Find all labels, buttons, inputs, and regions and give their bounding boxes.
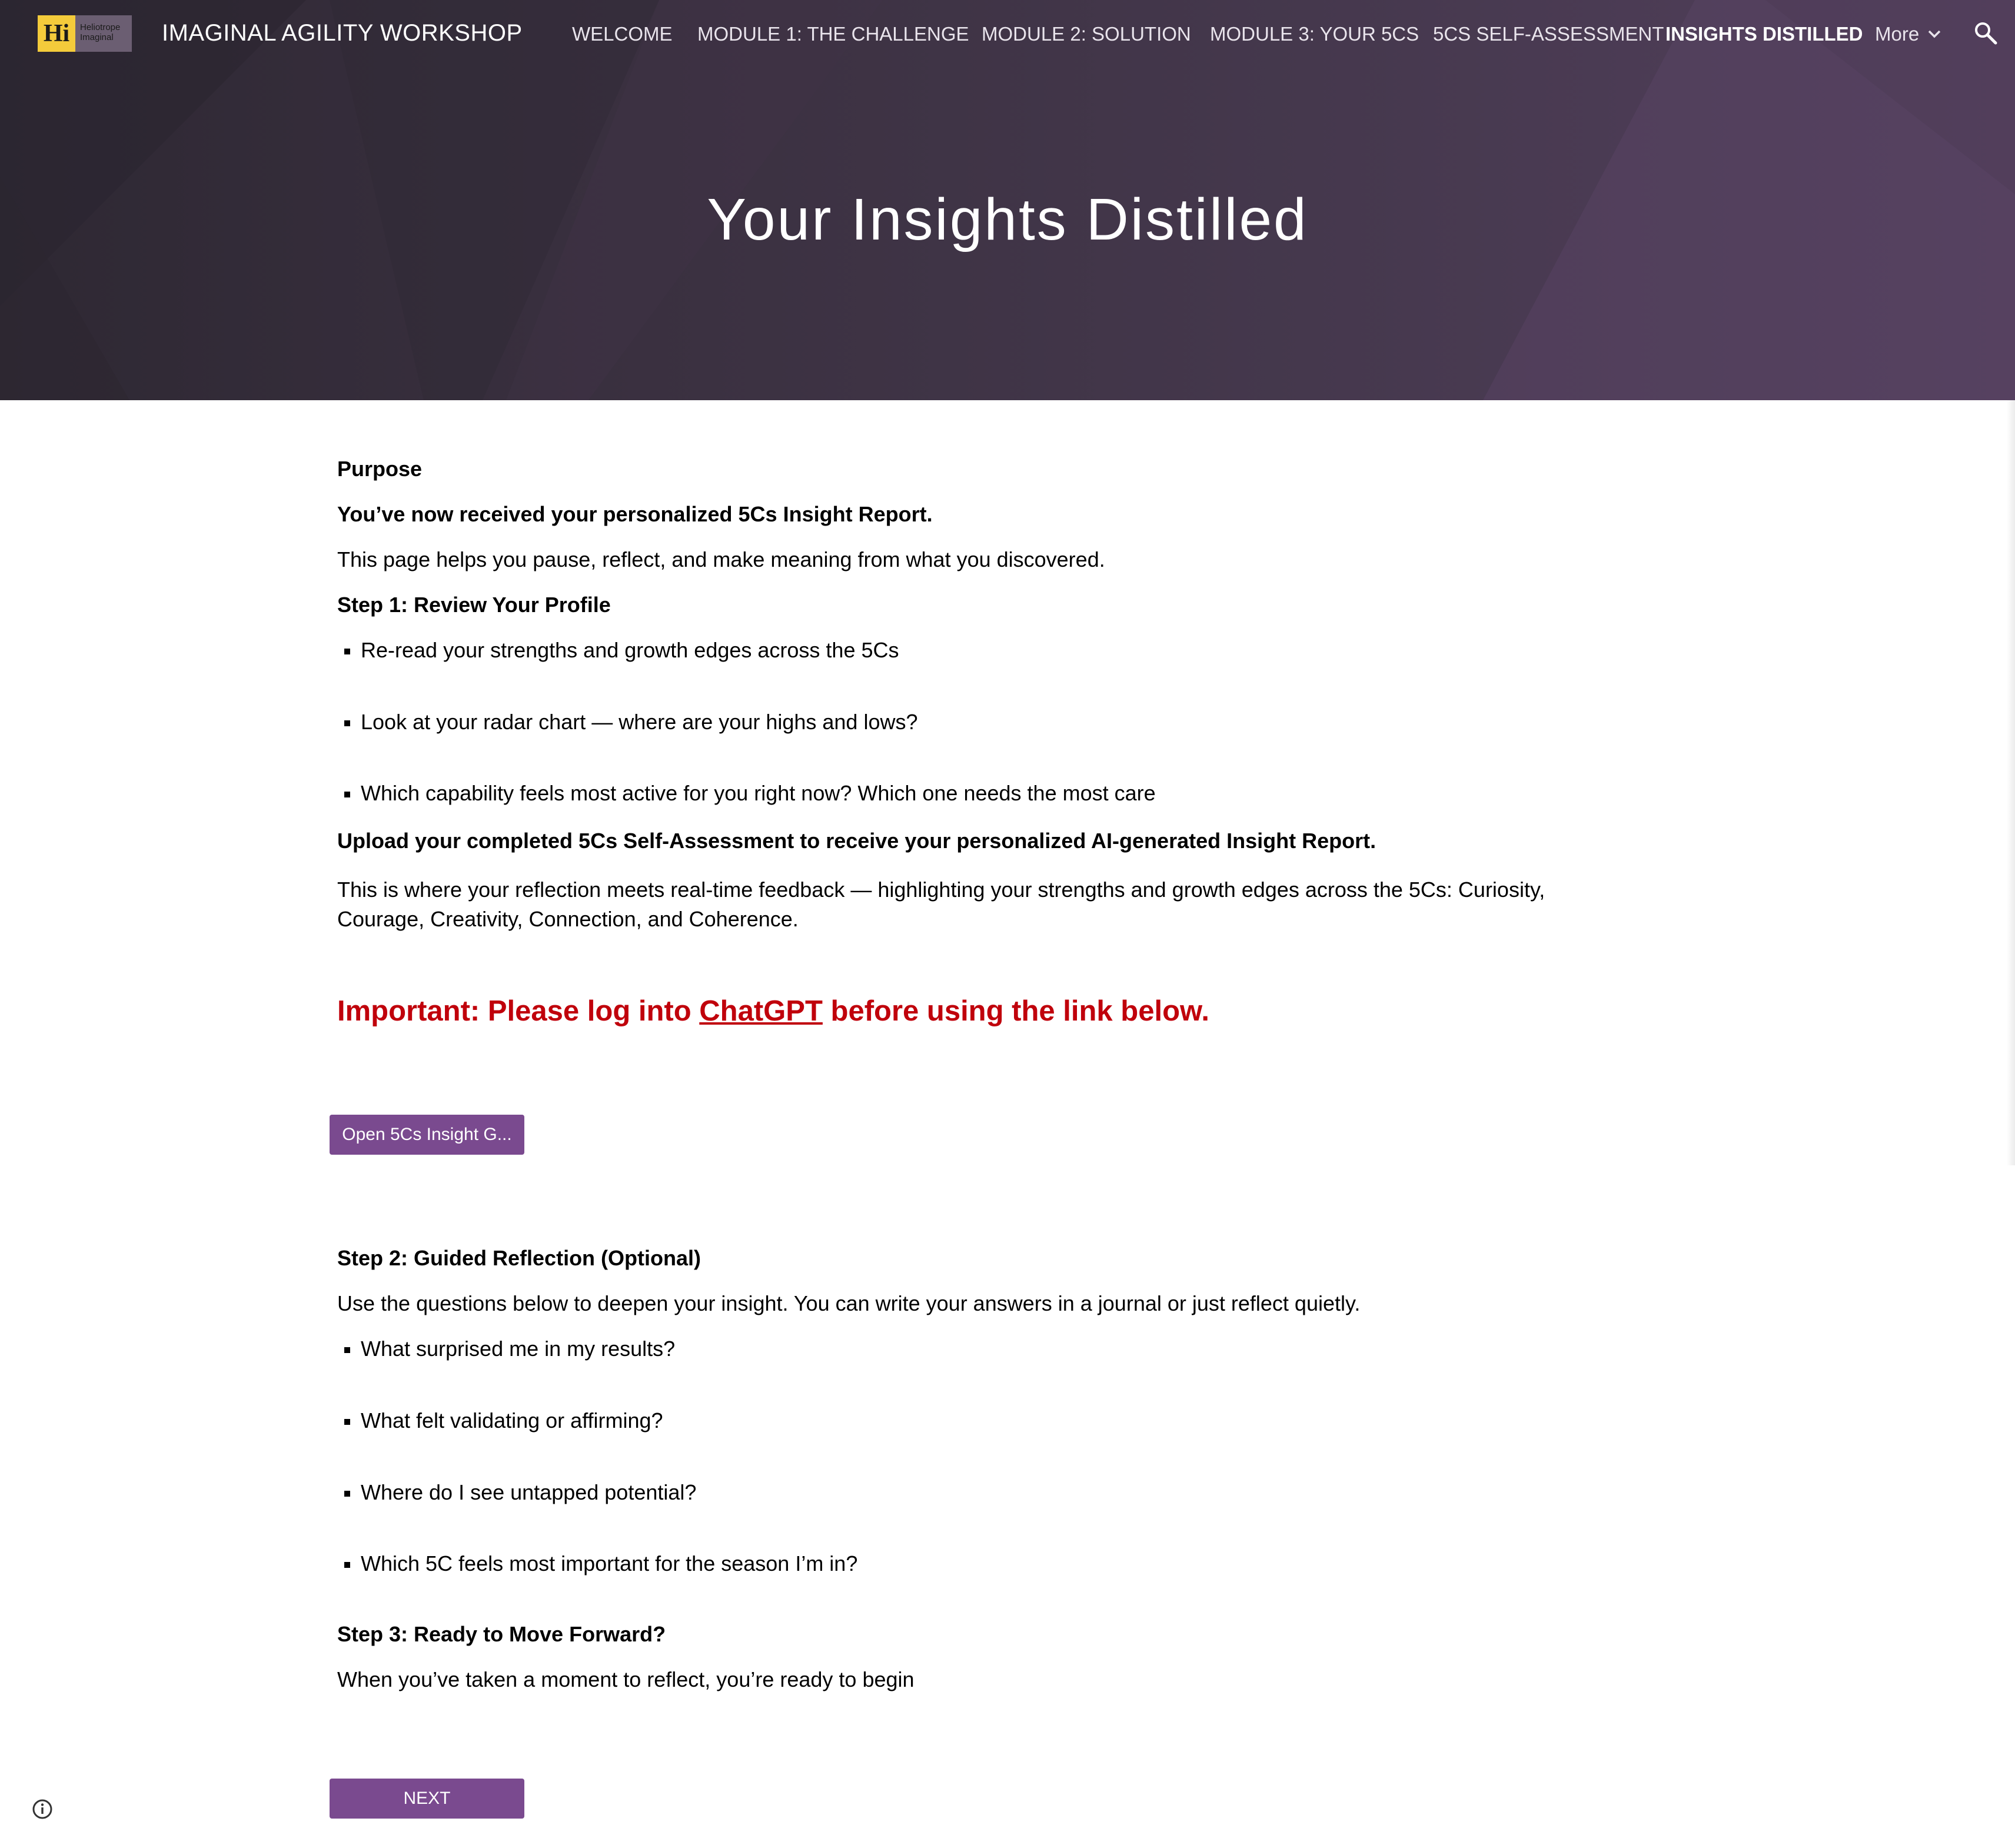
chatgpt-link[interactable]: ChatGPT <box>699 995 823 1027</box>
page-header-banner: Hi Heliotrope Imaginal IMAGINAL AGILITY … <box>0 0 2015 400</box>
feedback-paragraph-line-1: This is where your reflection meets real… <box>337 878 1545 902</box>
open-insight-gpt-button[interactable]: Open 5Cs Insight G... <box>330 1115 524 1155</box>
nav-item-insights-distilled[interactable]: INSIGHTS DISTILLED <box>1665 21 1863 47</box>
bullet <box>344 1419 350 1425</box>
nav-item-self-assessment[interactable]: 5CS SELF-ASSESSMENT <box>1433 21 1664 47</box>
list-item-text: What felt validating or affirming? <box>361 1408 663 1432</box>
list-item-text: Re-read your strengths and growth edges … <box>361 638 899 662</box>
bullet <box>344 1491 350 1497</box>
step3-text: When you’ve taken a moment to reflect, y… <box>337 1667 915 1691</box>
important-notice: Important: Please log into ChatGPT befor… <box>337 992 1209 1030</box>
step1-heading: Step 1: Review Your Profile <box>337 593 611 617</box>
step2-intro: Use the questions below to deepen your i… <box>337 1291 1361 1315</box>
bullet <box>344 792 350 797</box>
bullet <box>344 720 350 726</box>
list-item-text: Which 5C feels most important for the se… <box>361 1551 858 1576</box>
nav-item-module-2[interactable]: MODULE 2: SOLUTION <box>982 21 1191 47</box>
step3-heading: Step 3: Ready to Move Forward? <box>337 1622 666 1646</box>
purpose-heading: Purpose <box>337 457 423 481</box>
list-item-text: Where do I see untapped potential? <box>361 1480 697 1504</box>
info-icon[interactable] <box>31 1797 54 1821</box>
nav-item-module-1[interactable]: MODULE 1: THE CHALLENGE <box>697 21 969 47</box>
scroll-edge-shadow <box>2007 400 2015 1165</box>
upload-heading: Upload your completed 5Cs Self-Assessmen… <box>337 829 1376 853</box>
list-item-text: What surprised me in my results? <box>361 1337 676 1361</box>
bullet <box>344 1347 350 1353</box>
list-item-text: Look at your radar chart — where are you… <box>361 710 918 734</box>
main-nav: WELCOME MODULE 1: THE CHALLENGE MODULE 2… <box>0 21 2015 47</box>
nav-item-welcome[interactable]: WELCOME <box>572 21 673 47</box>
feedback-paragraph-line-2: Courage, Creativity, Connection, and Coh… <box>337 907 799 931</box>
page-title: Your Insights Distilled <box>707 187 1308 252</box>
bullet <box>344 649 350 654</box>
chevron-down-icon[interactable] <box>1926 25 1943 42</box>
intro-paragraph: This page helps you pause, reflect, and … <box>337 547 1105 571</box>
top-navigation-bar: Hi Heliotrope Imaginal IMAGINAL AGILITY … <box>0 0 2015 66</box>
report-received-line: You’ve now received your personalized 5C… <box>337 502 933 526</box>
bullet <box>344 1562 350 1568</box>
list-item-text: Which capability feels most active for y… <box>361 781 1156 805</box>
step2-heading: Step 2: Guided Reflection (Optional) <box>337 1246 701 1270</box>
search-icon[interactable] <box>1973 20 1999 46</box>
important-prefix: Important: Please log into <box>337 995 700 1027</box>
next-button[interactable]: NEXT <box>330 1779 524 1819</box>
nav-item-more[interactable]: More <box>1875 21 1919 47</box>
important-suffix: before using the link below. <box>822 995 1209 1027</box>
nav-item-module-3[interactable]: MODULE 3: YOUR 5CS <box>1210 21 1419 47</box>
